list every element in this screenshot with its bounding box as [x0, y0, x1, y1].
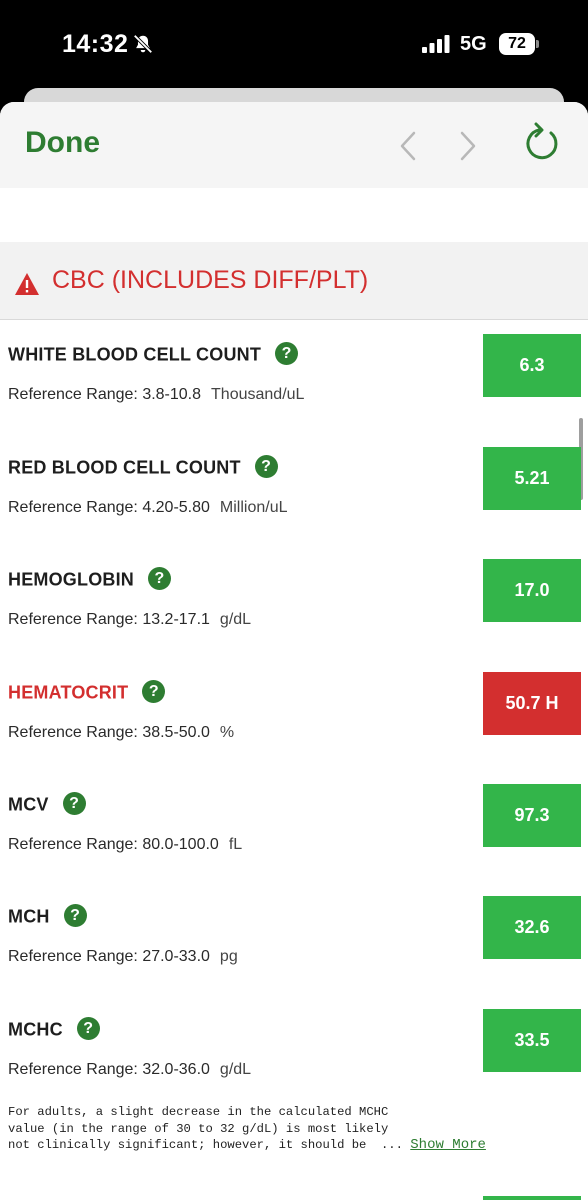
- bell-muted-icon: [133, 34, 153, 54]
- reference-range: Reference Range: 80.0-100.0 fL: [8, 836, 243, 853]
- note-line: For adults, a slight decrease in the cal…: [8, 1105, 389, 1119]
- result-value-badge[interactable]: 32.6: [483, 896, 581, 959]
- test-name: HEMOGLOBIN?: [8, 567, 171, 592]
- section-title: CBC (INCLUDES DIFF/PLT): [52, 266, 369, 294]
- help-icon[interactable]: ?: [63, 904, 87, 927]
- help-icon[interactable]: ?: [62, 792, 86, 815]
- reference-range: Reference Range: 13.2-17.1 g/dL: [8, 611, 252, 628]
- results-sheet: Done CBC (INCLUDES DIFF/PLT) WHITE BLOOD…: [0, 102, 588, 1200]
- result-value-badge[interactable]: 17.0: [483, 559, 581, 622]
- status-time: 14:32: [62, 30, 129, 58]
- test-row-mcv: MCV? Reference Range: 80.0-100.0 fL 97.3: [0, 784, 588, 896]
- battery-level: 72: [499, 33, 535, 55]
- test-row-rbc: RED BLOOD CELL COUNT? Reference Range: 4…: [0, 447, 588, 559]
- battery-icon: 72: [499, 33, 539, 55]
- result-value-badge[interactable]: 6.3: [483, 334, 581, 397]
- help-icon[interactable]: ?: [275, 342, 299, 365]
- next-result-value-badge[interactable]: [483, 1196, 581, 1200]
- result-value-badge[interactable]: 33.5: [483, 1009, 581, 1072]
- forward-chevron-icon[interactable]: [448, 124, 488, 168]
- test-name: MCH?: [8, 904, 87, 929]
- test-name: MCHC?: [8, 1017, 100, 1042]
- test-name: RED BLOOD CELL COUNT?: [8, 455, 278, 480]
- test-row-hemoglobin: HEMOGLOBIN? Reference Range: 13.2-17.1 g/…: [0, 559, 588, 671]
- section-header[interactable]: CBC (INCLUDES DIFF/PLT): [0, 242, 588, 320]
- status-bar: 14:32 5G 72: [0, 0, 588, 90]
- mchc-note: For adults, a slight decrease in the cal…: [8, 1104, 568, 1154]
- result-value-badge[interactable]: 97.3: [483, 784, 581, 847]
- test-name: MCV?: [8, 792, 86, 817]
- reference-range: Reference Range: 32.0-36.0 g/dL: [8, 1061, 252, 1078]
- network-type: 5G: [460, 33, 487, 55]
- signal-icon: [422, 35, 450, 53]
- back-chevron-icon[interactable]: [388, 124, 428, 168]
- help-icon[interactable]: ?: [76, 1017, 100, 1040]
- result-value-badge-high[interactable]: 50.7 H: [483, 672, 581, 735]
- reference-range: Reference Range: 3.8-10.8 Thousand/uL: [8, 386, 305, 403]
- help-icon[interactable]: ?: [142, 680, 166, 703]
- show-more-link[interactable]: Show More: [410, 1137, 486, 1153]
- refresh-icon[interactable]: [522, 120, 562, 164]
- help-icon[interactable]: ?: [254, 455, 278, 478]
- help-icon[interactable]: ?: [148, 567, 171, 590]
- nav-bar: Done: [0, 102, 588, 188]
- reference-range: Reference Range: 4.20-5.80 Million/uL: [8, 499, 288, 516]
- result-value-badge[interactable]: 5.21: [483, 447, 581, 510]
- test-name: HEMATOCRIT?: [8, 680, 166, 705]
- test-name: WHITE BLOOD CELL COUNT?: [8, 342, 299, 367]
- test-row-hematocrit: HEMATOCRIT? Reference Range: 38.5-50.0% …: [0, 672, 588, 784]
- done-button[interactable]: Done: [25, 126, 100, 160]
- reference-range: Reference Range: 27.0-33.0 pg: [8, 948, 238, 965]
- reference-range: Reference Range: 38.5-50.0%: [8, 724, 235, 741]
- test-row-mch: MCH? Reference Range: 27.0-33.0 pg 32.6: [0, 896, 588, 1008]
- warning-icon: [15, 273, 39, 295]
- note-line: value (in the range of 30 to 32 g/dL) is…: [8, 1121, 389, 1136]
- test-row-wbc: WHITE BLOOD CELL COUNT? Reference Range:…: [0, 334, 588, 446]
- note-line: not clinically significant; however, it …: [8, 1137, 486, 1153]
